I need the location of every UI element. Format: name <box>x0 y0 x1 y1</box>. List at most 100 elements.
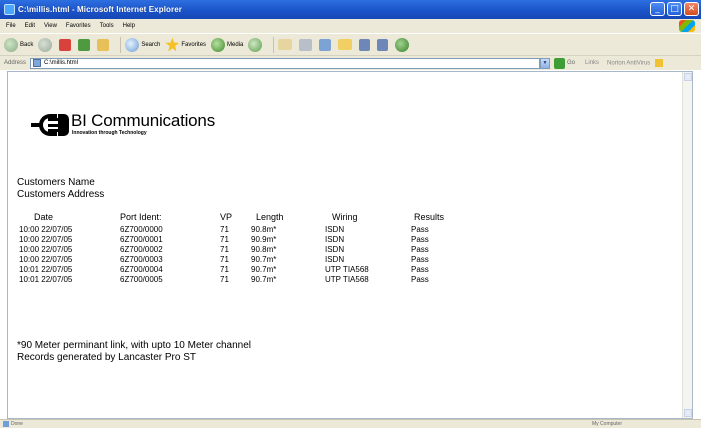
col-port-ident: Port Ident: <box>120 212 162 222</box>
links-button[interactable]: Links <box>585 60 599 66</box>
status-text: Done <box>11 421 23 427</box>
cell-date: 10:00 22/07/05 <box>19 234 73 244</box>
close-button[interactable]: ✕ <box>684 2 699 16</box>
cell-length: 90.7m* <box>251 264 277 274</box>
cell-vp: 71 <box>220 224 229 234</box>
favorites-button[interactable]: Favorites <box>165 37 207 52</box>
scroll-up-icon[interactable] <box>684 73 692 81</box>
col-results: Results <box>414 212 445 222</box>
go-label: Go <box>567 60 576 66</box>
status-bar: Done My Computer <box>0 419 701 428</box>
table-row: 10:01 22/07/05 6Z700/0004 71 90.7m* UTP … <box>19 264 471 274</box>
research-button[interactable] <box>359 38 372 51</box>
refresh-button[interactable] <box>78 38 92 51</box>
table-row: 10:01 22/07/05 6Z700/0005 71 90.7m* UTP … <box>19 274 471 284</box>
window-title: C:\millis.html - Microsoft Internet Expl… <box>18 5 182 14</box>
cell-port: 6Z700/0001 <box>120 234 163 244</box>
cell-wiring: ISDN <box>325 234 345 244</box>
folder-icon <box>338 39 353 50</box>
cell-date: 10:01 22/07/05 <box>19 264 73 274</box>
table-header-row: Date Port Ident: VP Length Wiring Result… <box>19 212 471 224</box>
cell-vp: 71 <box>220 274 229 284</box>
messenger-button[interactable] <box>395 37 411 52</box>
cell-wiring: ISDN <box>325 244 345 254</box>
mail-button[interactable] <box>278 39 294 50</box>
menu-help[interactable]: Help <box>123 23 135 29</box>
search-icon <box>125 37 140 52</box>
address-dropdown-button[interactable]: ▼ <box>540 57 551 69</box>
search-button[interactable]: Search <box>125 37 160 52</box>
address-bar: Address C:\millis.html ▼ Go Links Norton… <box>0 55 701 70</box>
home-button[interactable] <box>97 38 111 51</box>
cell-wiring: UTP TIA568 <box>325 264 369 274</box>
cell-port: 6Z700/0002 <box>120 244 163 254</box>
cell-result: Pass <box>411 224 429 234</box>
menu-edit[interactable]: Edit <box>25 23 35 29</box>
col-wiring: Wiring <box>332 212 358 222</box>
vertical-scrollbar[interactable] <box>682 72 692 418</box>
back-button[interactable]: Back <box>4 37 34 52</box>
print-button[interactable] <box>299 38 314 51</box>
cell-vp: 71 <box>220 234 229 244</box>
cell-date: 10:00 22/07/05 <box>19 244 73 254</box>
table-row: 10:00 22/07/05 6Z700/0000 71 90.8m* ISDN… <box>19 224 471 234</box>
back-label: Back <box>20 41 34 48</box>
cell-result: Pass <box>411 274 429 284</box>
table-row: 10:00 22/07/05 6Z700/0001 71 90.9m* ISDN… <box>19 234 471 244</box>
cell-vp: 71 <box>220 254 229 264</box>
research-icon <box>359 38 371 51</box>
history-button[interactable] <box>248 37 264 52</box>
stop-icon <box>59 38 72 51</box>
customer-name: Customers Name <box>17 177 95 188</box>
discuss-button[interactable] <box>377 38 390 51</box>
cell-length: 90.9m* <box>251 234 277 244</box>
menu-favorites[interactable]: Favorites <box>66 23 91 29</box>
title-bar: C:\millis.html - Microsoft Internet Expl… <box>0 0 701 19</box>
norton-antivirus-button[interactable]: Norton AntiVirus <box>607 59 663 67</box>
address-input[interactable]: C:\millis.html <box>30 57 541 69</box>
go-arrow-icon <box>554 57 566 69</box>
go-button[interactable]: Go <box>554 57 576 69</box>
media-button[interactable]: Media <box>211 37 244 52</box>
address-value: C:\millis.html <box>44 60 79 66</box>
test-results-table: Date Port Ident: VP Length Wiring Result… <box>19 212 471 284</box>
refresh-icon <box>78 38 91 51</box>
menu-view[interactable]: View <box>44 23 57 29</box>
footnote-generator: Records generated by Lancaster Pro ST <box>17 352 196 363</box>
forward-button[interactable] <box>38 37 54 52</box>
cell-port: 6Z700/0003 <box>120 254 163 264</box>
edit-button[interactable] <box>319 38 333 51</box>
cell-wiring: UTP TIA568 <box>325 274 369 284</box>
page-content: BI Communications Innovation through Tec… <box>7 71 693 419</box>
home-icon <box>97 38 110 51</box>
address-label: Address <box>4 60 27 66</box>
norton-label: Norton AntiVirus <box>607 60 651 67</box>
menu-tools[interactable]: Tools <box>100 23 114 29</box>
menu-file[interactable]: File <box>6 23 16 29</box>
folder-button[interactable] <box>338 39 354 50</box>
cell-result: Pass <box>411 254 429 264</box>
forward-arrow-icon <box>38 37 53 52</box>
windows-logo-icon <box>679 20 695 32</box>
messenger-icon <box>395 37 410 52</box>
discuss-icon <box>377 38 389 51</box>
media-label: Media <box>227 41 244 48</box>
cell-port: 6Z700/0004 <box>120 264 163 274</box>
history-icon <box>248 37 263 52</box>
cell-length: 90.7m* <box>251 254 277 264</box>
toolbar-separator <box>120 36 122 53</box>
minimize-button[interactable]: _ <box>650 2 665 16</box>
maximize-button[interactable]: □ <box>667 2 682 16</box>
col-date: Date <box>34 212 54 222</box>
window-controls: _ □ ✕ <box>650 2 699 16</box>
scroll-down-icon[interactable] <box>684 409 692 417</box>
cell-port: 6Z700/0005 <box>120 274 163 284</box>
company-tagline: Innovation through Technology <box>72 130 147 136</box>
stop-button[interactable] <box>59 38 73 51</box>
norton-icon <box>654 59 663 67</box>
company-name: BI Communications <box>71 111 215 130</box>
zone-text: My Computer <box>592 421 623 427</box>
cell-result: Pass <box>411 244 429 254</box>
cell-wiring: ISDN <box>325 254 345 264</box>
favorites-label: Favorites <box>181 41 207 48</box>
